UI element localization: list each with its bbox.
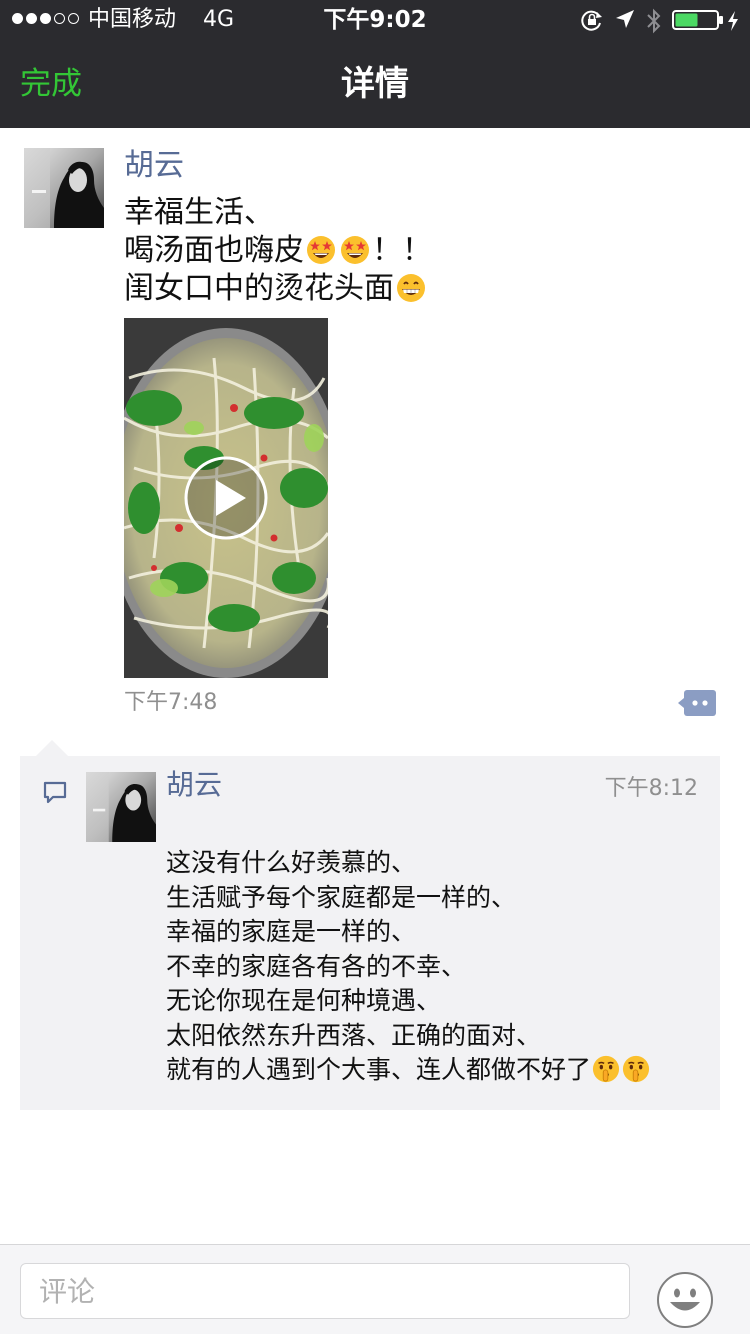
grinning-emoji-icon	[396, 273, 426, 303]
bluetooth-icon	[647, 8, 661, 34]
post-text: 幸福生活、 喝汤面也嗨皮 ！！ 闺女口中的烫花头面	[124, 194, 724, 308]
star-struck-emoji-icon	[340, 235, 370, 265]
comment-area-caret	[36, 740, 68, 756]
post-line-2: 喝汤面也嗨皮 ！！	[124, 232, 724, 270]
more-options-icon	[678, 690, 716, 716]
emoji-picker-button[interactable]	[656, 1271, 714, 1329]
star-struck-emoji-icon	[306, 235, 336, 265]
comment-author-avatar[interactable]	[86, 772, 156, 842]
comment-input[interactable]	[20, 1263, 630, 1319]
post-line-2-suffix: ！！	[372, 233, 432, 268]
charging-bolt-icon	[728, 11, 738, 31]
post-line-3: 闺女口中的烫花头面	[124, 270, 724, 308]
comment-line: 太阳依然东升西落、正确的面对、	[166, 1020, 542, 1050]
orientation-lock-icon	[581, 10, 602, 31]
post-line-3-text: 闺女口中的烫花头面	[124, 271, 394, 306]
page-title: 详情	[341, 64, 409, 104]
status-time: 下午9:02	[323, 7, 427, 33]
shushing-face-emoji-icon	[592, 1055, 620, 1083]
post-line-2-text: 喝汤面也嗨皮	[124, 233, 304, 268]
post-video-thumbnail[interactable]	[124, 318, 328, 678]
comment-bubble-icon	[43, 781, 67, 804]
comment-line: 这没有什么好羡慕的、	[166, 848, 417, 877]
status-bar: 中国移动 4G 下午9:02	[0, 0, 750, 40]
battery-icon	[672, 10, 723, 30]
location-arrow-icon	[616, 10, 634, 28]
comment-line: 幸福的家庭是一样的、	[166, 917, 417, 946]
more-actions-button[interactable]	[678, 688, 718, 718]
post-timestamp: 下午7:48	[124, 690, 218, 715]
comment-line-last: 就有的人遇到个大事、连人都做不好了	[166, 1053, 716, 1088]
comment-line-text: 就有的人遇到个大事、连人都做不好了	[166, 1055, 592, 1084]
comment-line: 不幸的家庭各有各的不幸、	[166, 951, 467, 981]
comment-input-bar	[0, 1244, 750, 1334]
comment-text: 这没有什么好羡慕的、 生活赋予每个家庭都是一样的、 幸福的家庭是一样的、 不幸的…	[166, 846, 716, 1088]
smiley-face-icon	[657, 1272, 713, 1328]
post-author-avatar[interactable]	[24, 148, 104, 228]
nav-bar: 完成 详情	[0, 40, 750, 128]
post-line-1: 幸福生活、	[124, 195, 274, 230]
comment-timestamp: 下午8:12	[604, 776, 698, 801]
post-author-name[interactable]: 胡云	[124, 146, 184, 186]
comment-author-name[interactable]: 胡云	[166, 766, 222, 804]
shushing-face-emoji-icon	[622, 1055, 650, 1083]
comment-line: 无论你现在是何种境遇、	[166, 986, 442, 1015]
comment-line: 生活赋予每个家庭都是一样的、	[166, 882, 517, 912]
